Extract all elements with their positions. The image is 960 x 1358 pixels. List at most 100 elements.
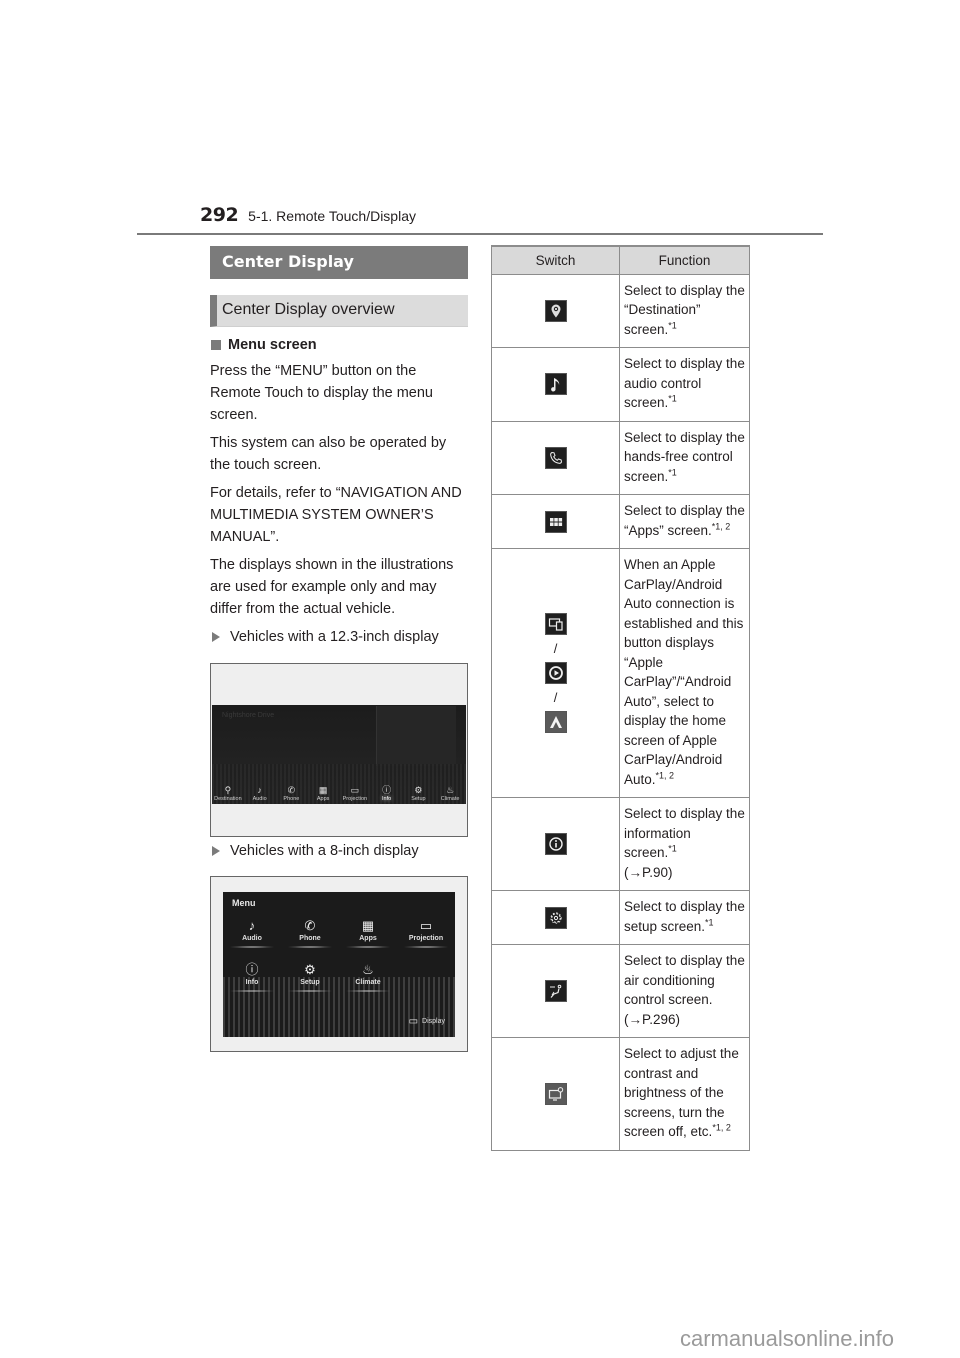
function-text: When an Apple CarPlay/Android Auto conne…: [624, 557, 744, 787]
map-panel: [376, 706, 456, 766]
apple-carplay-icon: [544, 662, 567, 684]
phone-icon: ✆: [287, 785, 296, 795]
page-header: 292 5-1. Remote Touch/Display: [200, 204, 416, 226]
function-text: Select to display the information screen…: [624, 806, 745, 860]
header-divider: [137, 233, 823, 235]
footnote-ref: *1: [668, 393, 677, 404]
page-reference-link[interactable]: (→P.296): [624, 1012, 680, 1027]
screen-8-title: Menu: [232, 898, 256, 908]
audio-icon: [544, 373, 567, 396]
audio-icon: ♪: [257, 785, 262, 795]
watermark: carmanualsonline.info: [680, 1326, 895, 1351]
menu-item-phone: ✆ Phone: [283, 785, 300, 802]
function-text: Select to display the air conditioning c…: [624, 953, 745, 1007]
paragraph: This system can also be operated by the …: [210, 435, 447, 473]
climate-icon: ♨: [362, 962, 374, 977]
menu-item-info: ⓘ Info: [382, 785, 392, 802]
footnote-ref: *1: [705, 917, 714, 927]
function-text: Select to display the setup screen.: [624, 899, 745, 934]
menu-item-apps: ▦ Apps: [339, 918, 397, 948]
left-column: Center Display Center Display overview M…: [210, 246, 468, 645]
projection-icon: ▭: [419, 918, 433, 933]
footnote-ref: *1: [668, 320, 677, 330]
table-header-row: Switch Function: [491, 245, 750, 275]
setup-icon: ⚙: [414, 785, 423, 795]
projection-icon: ▭: [350, 785, 360, 795]
info-icon: ⓘ: [382, 785, 392, 795]
climate-icon: [544, 980, 567, 1002]
projection-icon: [544, 613, 567, 635]
menu-item-setup: ⚙ Setup: [281, 962, 339, 992]
screen-12-bg-title: Nightshore Drive: [222, 712, 275, 719]
menu-item-projection: ▭ Projection: [397, 918, 455, 948]
display-button: ▭ Display: [408, 1016, 445, 1027]
column-header-function: Function: [619, 245, 750, 275]
switch-function-table: Switch Function Select to display the “D…: [491, 245, 750, 1151]
screen-illustration-12-inch: Nightshore Drive ⚲ Destination ♪ Audio ✆ Ph…: [210, 663, 468, 837]
paragraph: For details, refer to “NAVIGATION AND MU…: [210, 485, 462, 545]
triangle-bullet-icon: [212, 632, 220, 642]
climate-icon: ♨: [446, 785, 455, 795]
footnote-ref: *1: [668, 467, 677, 477]
square-bullet-icon: [211, 340, 221, 350]
screen-8-display: Menu ♪ Audio ✆ Phone ▦ Apps ▭ Projection ⓘ In…: [223, 892, 455, 1037]
table-row: / / When an Apple CarPlay/Android Auto c…: [491, 548, 750, 798]
table-row: Select to display the audio control scre…: [491, 347, 750, 422]
menu-item-audio: ♪ Audio: [252, 785, 267, 802]
phone-icon: [544, 446, 567, 469]
phone-icon: ✆: [304, 918, 316, 933]
screen-illustration-8-inch: Menu ♪ Audio ✆ Phone ▦ Apps ▭ Projection ⓘ In…: [210, 876, 468, 1052]
menu-item-destination: ⚲ Destination: [214, 785, 242, 802]
info-icon: [544, 833, 567, 855]
paragraph: Press the “MENU” button on the Remote To…: [210, 363, 434, 423]
menu-screen-label: Menu screen: [228, 337, 317, 353]
menu-item-apps: ▦ Apps: [316, 785, 330, 802]
menu-item-audio: ♪ Audio: [223, 918, 281, 948]
paragraph: The displays shown in the illustrations …: [210, 557, 454, 617]
footnote-ref: *1: [668, 843, 677, 854]
table-row: Select to display the hands-free control…: [491, 420, 750, 495]
menu-item-setup: ⚙ Setup: [411, 785, 426, 802]
screen-12-display: Nightshore Drive ⚲ Destination ♪ Audio ✆ Ph…: [212, 705, 466, 804]
setup-icon: [544, 906, 567, 929]
info-icon: ⓘ: [245, 962, 259, 977]
section-title: Center Display: [210, 246, 468, 279]
table-row: Select to display the setup screen.*1: [491, 890, 750, 945]
table-row: Select to adjust the contrast and bright…: [491, 1037, 750, 1151]
variant-12-inch-label: Vehicles with a 12.3-inch display: [210, 629, 468, 645]
section-reference: 5-1. Remote Touch/Display: [248, 208, 416, 224]
triangle-bullet-icon: [212, 846, 220, 856]
column-header-switch: Switch: [491, 245, 620, 275]
table-row: Select to display the information screen…: [491, 797, 750, 891]
display-icon: [544, 1082, 567, 1105]
variant-8-inch-label: Vehicles with a 8-inch display: [210, 843, 419, 859]
table-row: Select to display the “Apps” screen.*1, …: [491, 494, 750, 549]
separator: /: [553, 690, 558, 705]
menu-item-info: ⓘ Info: [223, 962, 281, 992]
setup-icon: ⚙: [304, 962, 316, 977]
apps-icon: ▦: [361, 918, 375, 933]
footnote-ref: *1, 2: [711, 521, 731, 531]
android-auto-icon: [544, 711, 567, 733]
apps-icon: ▦: [318, 785, 328, 795]
menu-screen-heading: Menu screen: [210, 337, 468, 353]
destination-icon: [544, 299, 567, 322]
apps-icon: [544, 510, 567, 533]
function-text: Select to display the audio control scre…: [624, 356, 745, 410]
function-text: Select to display the hands-free control…: [624, 429, 745, 484]
footnote-ref: *1, 2: [655, 770, 675, 780]
screen-12-menu-bar: ⚲ Destination ♪ Audio ✆ Phone ▦ Apps ▭ Projec…: [212, 785, 466, 802]
menu-item-climate: ♨ Climate: [440, 785, 460, 802]
display-icon: ▭: [408, 1016, 419, 1027]
menu-item-projection: ▭ Projection: [342, 785, 368, 802]
table-row: Select to display the air conditioning c…: [491, 944, 750, 1038]
page-number: 292: [200, 204, 239, 226]
table-row: Select to display the “Destination” scre…: [491, 273, 750, 348]
footnote-ref: *1, 2: [712, 1122, 731, 1133]
menu-item-climate: ♨ Climate: [339, 962, 397, 992]
audio-icon: ♪: [248, 918, 256, 933]
function-text: Select to display the “Destination” scre…: [624, 282, 745, 337]
subsection-title: Center Display overview: [210, 295, 468, 327]
page-reference-link[interactable]: (→P.90): [624, 865, 673, 880]
screen-8-menu-grid: ♪ Audio ✆ Phone ▦ Apps ▭ Projection ⓘ Info ⚙ S…: [223, 918, 455, 992]
